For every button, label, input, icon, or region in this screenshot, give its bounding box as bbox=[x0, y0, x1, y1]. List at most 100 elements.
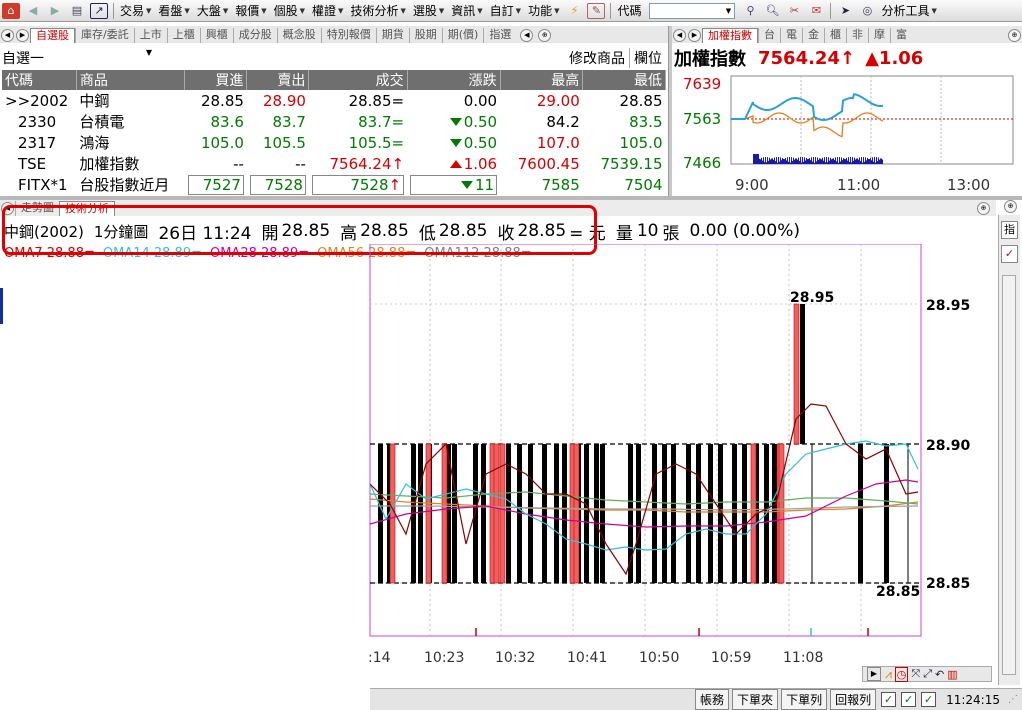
tab-index-elec[interactable]: 電 bbox=[780, 28, 802, 43]
zoom-in-icon[interactable]: ⊕ bbox=[1004, 200, 1017, 213]
group-select[interactable]: 自選一 ▼ bbox=[2, 48, 152, 68]
tab-otc[interactable]: 上櫃 bbox=[166, 28, 200, 43]
tab-index-tw[interactable]: 台 bbox=[758, 28, 780, 43]
binoculars-icon[interactable]: ⚲ bbox=[741, 3, 759, 19]
menu-stock[interactable]: 個股 ▼ bbox=[271, 2, 309, 19]
scroll-left-icon[interactable]: ◀ bbox=[1, 29, 14, 42]
tab-emerging[interactable]: 興櫃 bbox=[199, 28, 233, 43]
order-folder-button[interactable]: 下單夾 bbox=[732, 689, 779, 710]
edit-symbols-button[interactable]: 修改商品 bbox=[565, 48, 629, 68]
tools-icon[interactable]: ✂ bbox=[785, 3, 803, 19]
index-volume-bar bbox=[795, 158, 796, 164]
menu-analysis-tools[interactable]: 分析工具 ▼ bbox=[878, 2, 940, 19]
menu-custom[interactable]: 自訂 ▼ bbox=[487, 2, 525, 19]
cursor-icon[interactable]: ➤ bbox=[836, 3, 854, 19]
lightning-icon[interactable]: ⚡ bbox=[565, 3, 583, 19]
expand-icon[interactable]: ⤢ bbox=[923, 667, 932, 681]
scroll-right-icon[interactable]: ▶ bbox=[867, 667, 881, 681]
status-check-icon[interactable]: ✓ bbox=[881, 692, 897, 707]
tab-index-msci[interactable]: 摩 bbox=[868, 28, 890, 43]
tab-index-otc[interactable]: 櫃 bbox=[824, 28, 846, 43]
clock-icon[interactable]: ◷ bbox=[894, 666, 909, 682]
index-volume-bar bbox=[825, 162, 826, 164]
tab-index-fin[interactable]: 金 bbox=[802, 28, 824, 43]
tab-index-ftse[interactable]: 富 bbox=[890, 28, 912, 43]
table-row[interactable]: 2317 鴻海 105.0 105.5 105.5= 0.50 107.0 10… bbox=[2, 132, 666, 153]
status-check-icon[interactable]: ✓ bbox=[901, 692, 917, 707]
tab-watchlist[interactable]: 自選股 bbox=[30, 28, 75, 43]
header-high[interactable]: 最高 bbox=[500, 70, 584, 90]
candle-bar-up bbox=[425, 443, 432, 584]
menu-trade[interactable]: 交易 ▼ bbox=[117, 2, 155, 19]
pane-splitter[interactable] bbox=[668, 26, 672, 196]
table-row[interactable]: TSE 加權指數 -- -- 7564.24↑ 1.06 7600.45 753… bbox=[2, 153, 666, 174]
popout-icon[interactable]: ↗ bbox=[90, 2, 108, 19]
code-input[interactable]: ▼ bbox=[649, 2, 736, 19]
tab-taiex[interactable]: 加權指數 bbox=[702, 28, 758, 43]
print-icon[interactable]: ▤ bbox=[68, 3, 86, 19]
chevron-down-icon[interactable]: ▼ bbox=[722, 4, 734, 18]
order-bar-button[interactable]: 下單列 bbox=[781, 689, 828, 710]
scroll-left-icon[interactable]: ◀ bbox=[520, 29, 534, 42]
header-bid[interactable]: 買進 bbox=[184, 70, 248, 90]
zoom-in-icon[interactable]: ⊕ bbox=[1008, 29, 1021, 42]
table-row[interactable]: >>2002 中鋼 28.85 28.90 28.85= 0.00 29.00 … bbox=[2, 90, 666, 111]
tab-stock-futures[interactable]: 股期 bbox=[408, 28, 442, 43]
tab-listed[interactable]: 上市 bbox=[133, 28, 167, 43]
table-row[interactable]: 2330 台積電 83.6 83.7 83.7= 0.50 84.2 83.5 bbox=[2, 111, 666, 132]
back-icon[interactable]: ◀ bbox=[24, 3, 42, 19]
tab-components[interactable]: 成分股 bbox=[232, 28, 277, 43]
menu-market[interactable]: 大盤 ▼ bbox=[194, 2, 232, 19]
header-ask[interactable]: 賣出 bbox=[246, 70, 310, 90]
zoom-in-icon[interactable]: ⊕ bbox=[538, 29, 552, 42]
menu-screener[interactable]: 選股 ▼ bbox=[410, 2, 448, 19]
bar-settings-icon[interactable]: ▥ bbox=[947, 668, 957, 681]
resize-grip-icon[interactable]: ⋰ bbox=[1008, 694, 1018, 705]
undo-icon[interactable]: ↶ bbox=[935, 668, 944, 681]
checkbox-icon[interactable]: ✓ bbox=[1001, 245, 1018, 263]
report-bar-button[interactable]: 回報列 bbox=[830, 689, 877, 710]
header-low[interactable]: 最低 bbox=[582, 70, 666, 90]
forward-icon[interactable]: ▶ bbox=[46, 3, 64, 19]
status-check-icon[interactable]: ✓ bbox=[921, 692, 937, 707]
columns-button[interactable]: 欄位 bbox=[629, 48, 666, 68]
stamp-icon[interactable]: ✉ bbox=[807, 3, 825, 19]
menu-technical[interactable]: 技術分析 ▼ bbox=[347, 2, 409, 19]
header-change[interactable]: 漲跌 bbox=[407, 70, 501, 90]
candlestick-chart[interactable]: 28.95 28.85 28.95 28.90 28.85 :14 10:23 … bbox=[366, 244, 996, 664]
index-volume-bar bbox=[767, 157, 768, 164]
menu-info[interactable]: 資訊 ▼ bbox=[448, 2, 486, 19]
zoom-in-icon[interactable]: ⊕ bbox=[977, 202, 990, 215]
home-icon[interactable]: ⌂ bbox=[2, 2, 20, 19]
menu-function[interactable]: 功能 ▼ bbox=[525, 2, 563, 19]
fit-icon[interactable]: ⤧ bbox=[911, 667, 920, 681]
tab-futures-price[interactable]: 期(價) bbox=[441, 28, 484, 43]
header-last[interactable]: 成交 bbox=[308, 70, 408, 90]
index-volume-bar bbox=[787, 157, 788, 164]
index-volume-bar bbox=[854, 157, 855, 164]
tab-concept[interactable]: 概念股 bbox=[276, 28, 321, 43]
header-code[interactable]: 代碼 bbox=[2, 70, 77, 90]
menu-quote[interactable]: 報價 ▼ bbox=[232, 2, 270, 19]
indicator-button[interactable]: 指 bbox=[1001, 221, 1018, 239]
analysis-icon[interactable]: ◎ bbox=[858, 3, 876, 19]
tab-special-quote[interactable]: 特別報價 bbox=[320, 28, 376, 43]
scroll-left-icon[interactable]: ◀ bbox=[673, 29, 686, 42]
chart-type-icon[interactable]: ⩘ bbox=[885, 667, 892, 682]
account-button[interactable]: 帳務 bbox=[695, 689, 730, 710]
chevron-down-icon[interactable]: ▼ bbox=[146, 48, 152, 68]
tab-index-options[interactable]: 指選 bbox=[483, 28, 516, 43]
header-name[interactable]: 商品 bbox=[76, 70, 186, 90]
tab-futures[interactable]: 期貨 bbox=[375, 28, 409, 43]
scroll-right-icon[interactable]: ▶ bbox=[688, 29, 701, 42]
search-icon[interactable]: 🔍︎ bbox=[763, 3, 781, 19]
tab-inventory[interactable]: 庫存/委託 bbox=[75, 28, 134, 43]
menu-watch[interactable]: 看盤 ▼ bbox=[155, 2, 193, 19]
vertical-scrollbar[interactable] bbox=[1002, 275, 1016, 675]
tab-index-nonfin[interactable]: 非 bbox=[846, 28, 868, 43]
scroll-right-icon[interactable]: ▶ bbox=[16, 29, 29, 42]
table-row[interactable]: FITX*1 台股指數近月 7527 7528 7528↑ 11 7585 75… bbox=[2, 174, 666, 195]
notepad-icon[interactable]: ✎ bbox=[587, 2, 606, 19]
chart-scrollbar[interactable]: ▶ ⩘ ◷ ⤧ ⤢ ↶ ▥ bbox=[862, 666, 992, 682]
menu-warrant[interactable]: 權證 ▼ bbox=[309, 2, 347, 19]
